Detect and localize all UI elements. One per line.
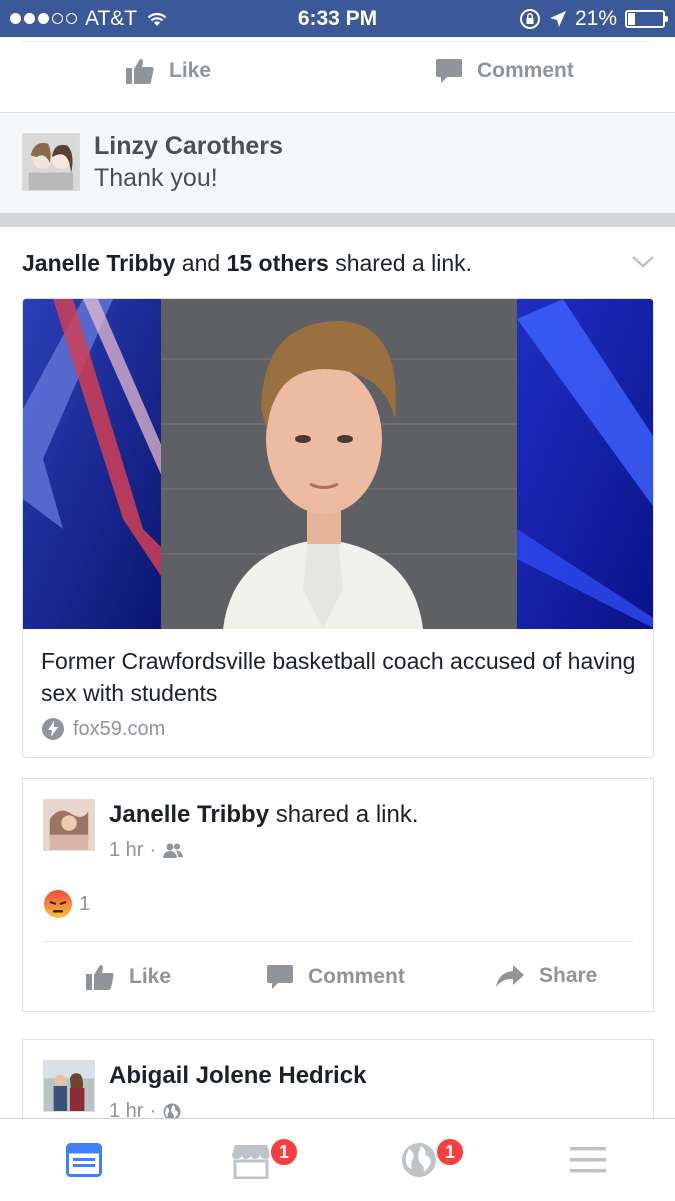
carrier-label: AT&T (85, 6, 138, 30)
link-title[interactable]: Former Crawfordsville basketball coach a… (41, 645, 641, 709)
comment-icon (267, 965, 293, 989)
meta-separator: · (149, 839, 157, 861)
post-meta: 1 hr · (109, 839, 184, 862)
news-feed-icon (66, 1143, 102, 1177)
status-left: AT&T (10, 7, 169, 31)
poster-avatar[interactable] (43, 1060, 95, 1112)
divider (22, 41, 653, 42)
sharer-avatar[interactable] (43, 799, 95, 851)
thumbs-up-icon (86, 965, 114, 990)
poster-name[interactable]: Abigail Jolene Hedrick (109, 1062, 366, 1090)
commenter-avatar[interactable] (22, 133, 80, 191)
story-author-name[interactable]: Janelle Tribby (22, 250, 175, 276)
location-arrow-icon (549, 10, 566, 27)
shared-post-header: Janelle Tribby shared a link. (109, 801, 419, 829)
shared-post-card: Janelle Tribby shared a link. 1 hr · 1 L… (22, 778, 654, 1012)
comment-button[interactable]: Comment (266, 963, 405, 991)
divider (43, 941, 633, 942)
status-bar: AT&T 6:33 PM 21% (0, 0, 675, 37)
hamburger-menu-icon (570, 1147, 606, 1173)
bottom-tab-bar: 1 1 (0, 1118, 675, 1200)
story-header-rest: shared a link. (335, 250, 473, 276)
chevron-down-icon[interactable] (630, 254, 656, 270)
post-time[interactable]: 1 hr (109, 839, 143, 862)
link-source: fox59.com (41, 717, 165, 741)
like-button[interactable]: Like (85, 963, 171, 991)
battery-icon (625, 9, 668, 28)
like-button[interactable]: Like (125, 57, 211, 85)
link-preview-image[interactable] (23, 299, 654, 629)
tab-marketplace[interactable]: 1 (191, 1119, 311, 1201)
share-label: Share (539, 964, 598, 987)
battery-percent: 21% (574, 6, 617, 30)
story-header-and: and (181, 250, 221, 276)
status-right: 21% (519, 6, 668, 31)
comment-label: Comment (477, 59, 574, 82)
reaction-summary[interactable]: 1 (43, 889, 90, 919)
instant-article-bolt-icon (42, 718, 64, 740)
angry-reaction-icon (44, 890, 72, 918)
marketplace-badge: 1 (269, 1137, 299, 1167)
share-button[interactable]: Share (495, 963, 597, 989)
like-label: Like (169, 59, 212, 82)
shared-post-action: shared a link. (275, 801, 419, 828)
friends-privacy-icon (163, 843, 184, 858)
tab-notifications[interactable]: 1 (358, 1119, 478, 1201)
sharer-name[interactable]: Janelle Tribby (109, 801, 269, 828)
comment-item: Linzy Carothers Thank you! (0, 113, 675, 213)
thumbs-up-icon (126, 59, 154, 84)
tab-menu[interactable] (528, 1119, 648, 1201)
link-source-domain: fox59.com (73, 717, 166, 740)
share-arrow-icon (496, 965, 524, 987)
story-others-link[interactable]: 15 others (227, 250, 329, 276)
rotation-lock-icon (519, 8, 540, 29)
comment-text: Thank you! (94, 164, 218, 192)
notifications-globe-icon (402, 1143, 436, 1177)
previous-post-actions: Like Comment (0, 37, 675, 113)
notifications-badge: 1 (435, 1137, 465, 1167)
like-label: Like (129, 965, 172, 988)
comment-icon (436, 59, 462, 83)
post-actions: Like Comment Share (23, 963, 653, 993)
comment-button[interactable]: Comment (435, 57, 574, 85)
commenter-name[interactable]: Linzy Carothers (94, 132, 283, 161)
feed-separator (0, 213, 675, 227)
tab-news-feed[interactable] (24, 1119, 144, 1201)
link-preview-card[interactable]: Former Crawfordsville basketball coach a… (22, 298, 654, 758)
signal-strength-icon (10, 13, 77, 24)
marketplace-icon (232, 1145, 270, 1179)
comment-label: Comment (308, 965, 405, 988)
reaction-count: 1 (79, 892, 91, 915)
wifi-icon (147, 12, 167, 26)
story-header: Janelle Tribby and 15 others shared a li… (22, 250, 472, 277)
